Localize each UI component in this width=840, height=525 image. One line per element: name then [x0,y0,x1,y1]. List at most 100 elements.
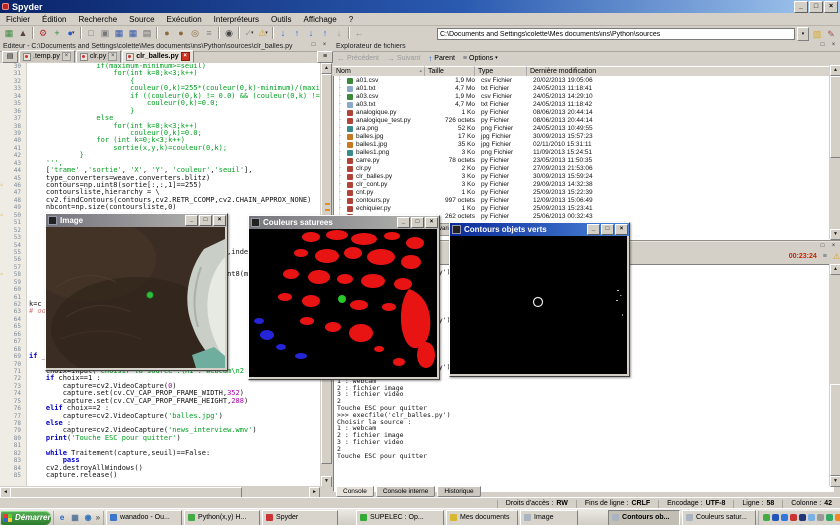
task-button-couleurssatur[interactable]: Couleurs satur... [682,510,756,525]
codecheck-icon[interactable]: ✓▾ [242,27,256,40]
working-directory-input[interactable] [437,28,795,40]
file-row[interactable]: ├a03.txt4,7 Motxt Fichier24/05/2013 11:1… [333,101,829,109]
file-list-button[interactable]: ≡ [317,51,333,63]
profiler-icon[interactable]: ◉ [222,27,236,40]
menu-item-affichage[interactable]: Affichage [297,15,342,24]
minimize-button[interactable]: _ [587,224,600,235]
start-button[interactable]: Démarrer [1,511,51,525]
minimize-button[interactable]: _ [397,217,410,228]
menu-item-interprteurs[interactable]: Interpréteurs [208,15,265,24]
editor-hscrollbar[interactable]: ◄ ► [0,486,331,497]
browser-icon[interactable]: ◉ [83,512,94,523]
back-button[interactable]: ← Précédent [337,54,379,63]
explorer-scroll-thumb[interactable] [830,76,840,158]
menu-item-recherche[interactable]: Recherche [72,15,123,24]
save-all-icon[interactable]: ▦ [126,27,140,40]
tray-icon-3[interactable] [781,514,788,521]
new-file-icon[interactable]: □ [84,27,98,40]
file-row[interactable]: ├carre.py78 octetspy Fichier23/05/2013 1… [333,157,829,165]
tray-icon-5[interactable] [799,514,806,521]
pythonpath-icon[interactable]: + [50,27,64,40]
tab-close-icon[interactable]: × [62,52,71,61]
file-row[interactable]: ├clr_balles.py3 Kopy Fichier30/09/2013 1… [333,173,829,181]
tray-icon-7[interactable] [817,514,824,521]
file-row[interactable]: ├ara.png52 Kopng Fichier24/05/2013 10:49… [333,125,829,133]
task-button-pythonxyh[interactable]: Python(x,y) H... [184,510,260,525]
tray-icon-6[interactable] [808,514,815,521]
tray-icon-2[interactable] [772,514,779,521]
file-row[interactable]: ├analogique.py1 Kopy Fichier08/06/2013 2… [333,109,829,117]
open-file-icon[interactable]: ▣ [98,27,112,40]
menu-item-outils[interactable]: Outils [265,15,297,24]
menu-item-excution[interactable]: Exécution [161,15,208,24]
file-row[interactable]: ├clr.py2 Kopy Fichier27/09/2013 21:53:06 [333,165,829,173]
tab-close-icon[interactable]: × [181,52,190,61]
editor-float-icon[interactable]: □ [309,42,318,50]
console-scroll-thumb[interactable] [830,384,840,476]
last-edit-icon[interactable]: ↓ [332,27,346,40]
file-row[interactable]: ├a03.csv1,9 Mocsv Fichier24/05/2013 14:2… [333,93,829,101]
close-button[interactable]: × [615,224,628,235]
close-button[interactable]: × [213,215,226,226]
spyder-layout-icon[interactable]: ▲ [16,27,30,40]
file-row[interactable]: ├cnt.py1 Kopy Fichier25/09/2013 15:22:39 [333,189,829,197]
browse-folder-icon[interactable]: ▨ [811,28,823,40]
scroll-down-icon[interactable]: ▼ [830,229,840,240]
tab-close-icon[interactable]: × [108,52,117,61]
maximize-button[interactable]: □ [199,215,212,226]
minimize-button[interactable]: _ [185,215,198,226]
internet-explorer-icon[interactable]: e [57,512,68,523]
editor-tab-clr.py[interactable]: clr.py× [76,50,121,63]
find-icon[interactable]: ● [160,27,174,40]
warnings-icon[interactable]: ⚠▾ [256,27,270,40]
explorer-close-icon[interactable]: × [829,42,838,50]
find-in-files-icon[interactable]: ◎ [188,27,202,40]
task-button-mesdocuments[interactable]: Mes documents [446,510,518,525]
window-image-titlebar[interactable]: Image _ □ × [46,214,227,227]
restore-button[interactable]: □ [809,1,823,13]
file-row[interactable]: ├balles1.png3 Kopng Fichier11/09/2013 15… [333,149,829,157]
explorer-scrollbar[interactable]: ▲ ▼ [829,65,840,239]
quit-icon[interactable]: ●▾ [64,27,78,40]
maximize-button[interactable]: □ [601,224,614,235]
browse-tabs-button[interactable]: ▤ [2,51,18,63]
console-tab-console[interactable]: Console [336,486,374,497]
console-tab-console-interne[interactable]: Console interne [376,486,436,497]
column-modified[interactable]: Dernière modification [527,66,829,76]
file-row[interactable]: ├balles.jpg17 Kojpg Fichier30/09/2013 15… [333,133,829,141]
fullscreen-icon[interactable]: ▦ [2,27,16,40]
close-button[interactable]: × [425,217,438,228]
tray-icon-8[interactable] [826,514,833,521]
file-row[interactable]: ├echiquier.py1 Kopy Fichier25/09/2013 15… [333,205,829,213]
task-button-spyder[interactable]: Spyder [262,510,338,525]
console-tab-historique[interactable]: Historique [437,486,480,497]
menu-item-fichier[interactable]: Fichier [0,15,36,24]
window-contours-verts[interactable]: Contours objets verts _ □ × [449,222,630,377]
options-button[interactable]: ≡ Options ▾ [463,55,498,62]
scroll-up-icon[interactable]: ▲ [830,65,840,76]
editor-tab-.temp.py[interactable]: .temp.py× [19,50,75,63]
scroll-up-icon[interactable]: ▲ [830,264,840,275]
show-desktop-icon[interactable]: ▦ [70,512,81,523]
scroll-up-icon[interactable]: ▲ [321,63,332,74]
window-couleurs-saturees[interactable]: Couleurs saturees _ □ × [248,215,440,380]
set-console-dir-icon[interactable]: ✎ [825,28,837,40]
next-warning-icon[interactable]: ↓ [276,27,290,40]
spyder-titlebar[interactable]: Spyder _ □ × [0,0,840,13]
menu-item-source[interactable]: Source [123,15,160,24]
file-row[interactable]: ├a01.txt4,7 Motxt Fichier24/05/2013 11:1… [333,85,829,93]
find-next-icon[interactable]: ● [174,27,188,40]
tray-icon-4[interactable] [790,514,797,521]
parent-button[interactable]: ↑ Parent [428,54,455,63]
print-icon[interactable]: ▤ [140,27,154,40]
column-name[interactable]: Nom ▴ [333,66,425,76]
console-options-icon[interactable]: ≡ [823,253,827,260]
file-row[interactable]: ├balles1.jpg35 Kojpg Fichier02/11/2010 1… [333,141,829,149]
close-button[interactable]: × [824,1,838,13]
minimize-button[interactable]: _ [794,1,808,13]
editor-close-icon[interactable]: × [320,42,329,50]
file-row[interactable]: ├a01.csv1,9 Mocsv Fichier20/02/2013 19:0… [333,77,829,85]
column-size[interactable]: Taille [425,66,475,76]
workdir-dropdown-icon[interactable]: ▾ [797,27,809,41]
previous-file-icon[interactable]: ← [352,27,366,40]
